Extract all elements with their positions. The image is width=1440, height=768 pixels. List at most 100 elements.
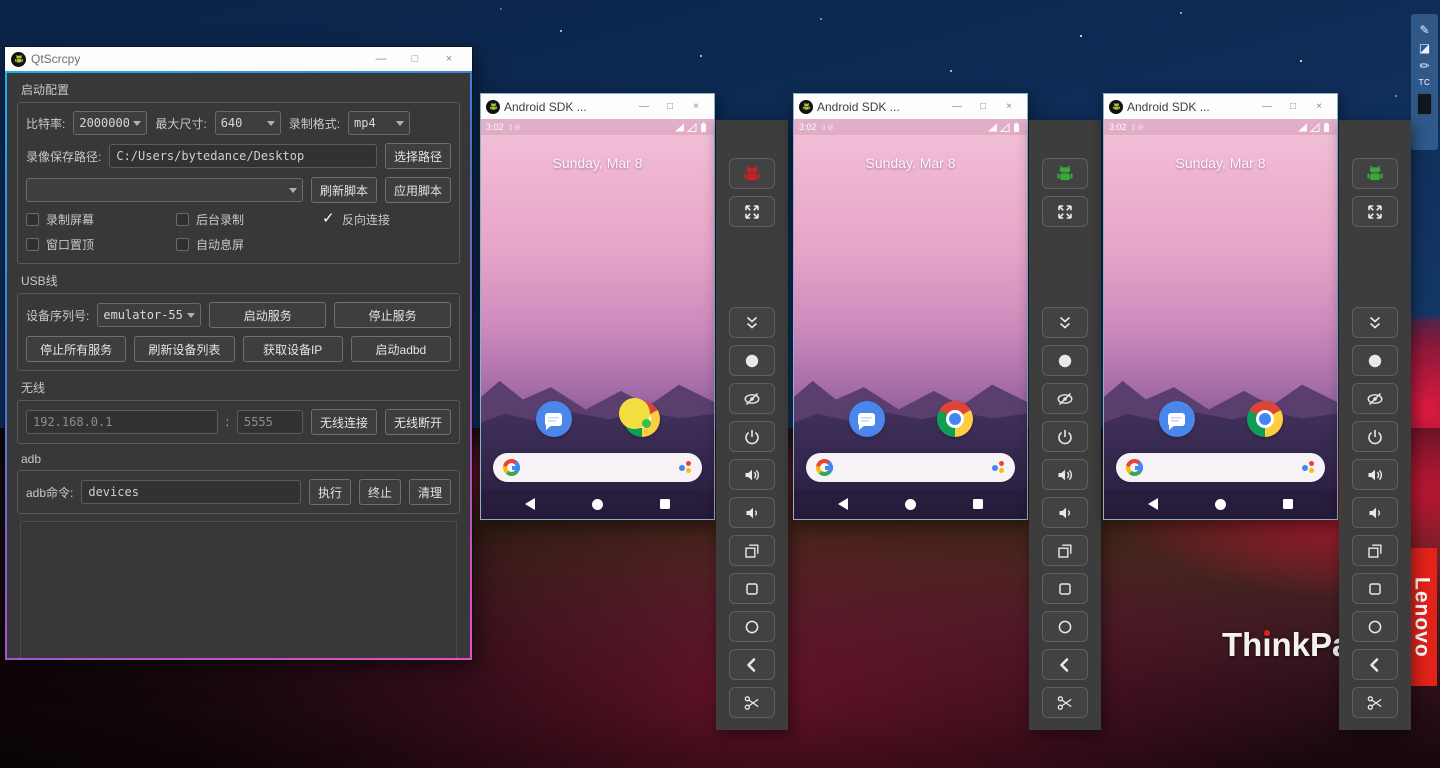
maximize-button[interactable]: □ bbox=[398, 49, 432, 69]
back-button[interactable] bbox=[1042, 649, 1088, 680]
messages-icon[interactable] bbox=[536, 401, 572, 437]
notification-pulldown-button[interactable] bbox=[1042, 307, 1088, 338]
apply-script-button[interactable]: 应用脚本 bbox=[385, 177, 451, 203]
home-circle-icon[interactable] bbox=[905, 499, 916, 510]
back-triangle-icon[interactable] bbox=[838, 498, 848, 510]
wireless-port-input[interactable] bbox=[237, 410, 303, 434]
minimize-button[interactable]: — bbox=[1254, 98, 1280, 116]
fullscreen-button[interactable] bbox=[729, 196, 775, 227]
home-button[interactable] bbox=[1042, 611, 1088, 642]
back-triangle-icon[interactable] bbox=[525, 498, 535, 510]
mic-icon[interactable] bbox=[679, 460, 692, 475]
notification-pulldown-button[interactable] bbox=[729, 307, 775, 338]
touch-toggle-button[interactable] bbox=[729, 345, 775, 376]
volume-up-button[interactable] bbox=[1352, 459, 1398, 490]
menu-button[interactable] bbox=[1042, 573, 1088, 604]
phone-mirror-screen[interactable]: 3:02 ▯ ◎ Sunday, Mar 8 bbox=[794, 119, 1027, 519]
wireless-connect-button[interactable]: 无线连接 bbox=[311, 409, 377, 435]
recents-square-icon[interactable] bbox=[973, 499, 983, 509]
volume-down-button[interactable] bbox=[1352, 497, 1398, 528]
get-device-ip-button[interactable]: 获取设备IP bbox=[243, 336, 343, 362]
screen-off-button[interactable] bbox=[1042, 383, 1088, 414]
screen-board-icon[interactable] bbox=[1417, 93, 1432, 115]
qtscrcpy-titlebar[interactable]: QtScrcpy — □ × bbox=[5, 47, 472, 71]
start-service-button[interactable]: 启动服务 bbox=[209, 302, 326, 328]
eraser-icon[interactable]: ◪ bbox=[1419, 42, 1430, 54]
home-circle-icon[interactable] bbox=[1215, 499, 1226, 510]
mic-icon[interactable] bbox=[1302, 460, 1315, 475]
device-group-toggle-button[interactable] bbox=[729, 158, 775, 189]
minimize-button[interactable]: — bbox=[944, 98, 970, 116]
adb-command-input[interactable] bbox=[81, 480, 301, 504]
google-search-bar[interactable] bbox=[806, 453, 1015, 482]
record-format-select[interactable]: mp4 bbox=[348, 111, 410, 135]
highlighter-icon[interactable]: ✏ bbox=[1419, 60, 1429, 72]
back-button[interactable] bbox=[729, 649, 775, 680]
phone-mirror-screen[interactable]: 3:02 ▯ ◎ Sunday, Mar 8 bbox=[1104, 119, 1337, 519]
home-circle-icon[interactable] bbox=[592, 499, 603, 510]
app-switch-button[interactable] bbox=[1352, 535, 1398, 566]
screen-off-button[interactable] bbox=[729, 383, 775, 414]
app-switch-button[interactable] bbox=[1042, 535, 1088, 566]
notification-pulldown-button[interactable] bbox=[1352, 307, 1398, 338]
stop-all-services-button[interactable]: 停止所有服务 bbox=[26, 336, 126, 362]
pen-icon[interactable]: ✎ bbox=[1419, 24, 1429, 36]
volume-down-button[interactable] bbox=[1042, 497, 1088, 528]
stop-service-button[interactable]: 停止服务 bbox=[334, 302, 451, 328]
messages-icon[interactable] bbox=[1159, 401, 1195, 437]
google-search-bar[interactable] bbox=[493, 453, 702, 482]
screenshot-button[interactable] bbox=[1352, 687, 1398, 718]
checkbox-record-screen[interactable]: 录制屏幕 bbox=[26, 211, 176, 228]
checkbox-background-record[interactable]: 后台录制 bbox=[176, 211, 322, 228]
menu-button[interactable] bbox=[1352, 573, 1398, 604]
fullscreen-button[interactable] bbox=[1352, 196, 1398, 227]
execute-button[interactable]: 执行 bbox=[309, 479, 351, 505]
back-triangle-icon[interactable] bbox=[1148, 498, 1158, 510]
phone-mirror-screen[interactable]: 3:02 ▯ ◎ Sunday, Mar 8 bbox=[481, 119, 714, 519]
screen-off-button[interactable] bbox=[1352, 383, 1398, 414]
wireless-ip-input[interactable] bbox=[26, 410, 218, 434]
device-serial-select[interactable]: emulator-5558 bbox=[97, 303, 201, 327]
maximize-button[interactable]: □ bbox=[970, 98, 996, 116]
close-button[interactable]: × bbox=[432, 49, 466, 69]
maximize-button[interactable]: □ bbox=[1280, 98, 1306, 116]
chrome-icon[interactable] bbox=[1247, 401, 1283, 437]
chrome-icon[interactable] bbox=[937, 401, 973, 437]
recents-square-icon[interactable] bbox=[1283, 499, 1293, 509]
adb-console-output[interactable] bbox=[20, 521, 457, 658]
mic-icon[interactable] bbox=[992, 460, 1005, 475]
recents-square-icon[interactable] bbox=[660, 499, 670, 509]
refresh-script-button[interactable]: 刷新脚本 bbox=[311, 177, 377, 203]
menu-button[interactable] bbox=[729, 573, 775, 604]
close-button[interactable]: × bbox=[683, 98, 709, 116]
power-button[interactable] bbox=[729, 421, 775, 452]
volume-down-button[interactable] bbox=[729, 497, 775, 528]
minimize-button[interactable]: — bbox=[631, 98, 657, 116]
maximize-button[interactable]: □ bbox=[657, 98, 683, 116]
checkbox-reverse-connect[interactable]: 反向连接 bbox=[322, 211, 451, 228]
max-size-select[interactable]: 640 bbox=[215, 111, 281, 135]
minimize-button[interactable]: — bbox=[364, 49, 398, 69]
emulator-titlebar[interactable]: Android SDK ... — □ × bbox=[794, 94, 1027, 119]
bitrate-select[interactable]: 2000000 bbox=[73, 111, 147, 135]
checkbox-window-on-top[interactable]: 窗口置顶 bbox=[26, 236, 176, 253]
app-switch-button[interactable] bbox=[729, 535, 775, 566]
messages-icon[interactable] bbox=[849, 401, 885, 437]
back-button[interactable] bbox=[1352, 649, 1398, 680]
emulator-titlebar[interactable]: Android SDK ... — □ × bbox=[481, 94, 714, 119]
terminate-button[interactable]: 终止 bbox=[359, 479, 401, 505]
script-select[interactable] bbox=[26, 178, 303, 202]
clear-button[interactable]: 清理 bbox=[409, 479, 451, 505]
touch-toggle-button[interactable] bbox=[1352, 345, 1398, 376]
screenshot-button[interactable] bbox=[1042, 687, 1088, 718]
screenshot-button[interactable] bbox=[729, 687, 775, 718]
power-button[interactable] bbox=[1352, 421, 1398, 452]
refresh-device-list-button[interactable]: 刷新设备列表 bbox=[134, 336, 234, 362]
choose-path-button[interactable]: 选择路径 bbox=[385, 143, 451, 169]
volume-up-button[interactable] bbox=[729, 459, 775, 490]
power-button[interactable] bbox=[1042, 421, 1088, 452]
touch-toggle-button[interactable] bbox=[1042, 345, 1088, 376]
home-button[interactable] bbox=[729, 611, 775, 642]
start-adbd-button[interactable]: 启动adbd bbox=[351, 336, 451, 362]
fullscreen-button[interactable] bbox=[1042, 196, 1088, 227]
